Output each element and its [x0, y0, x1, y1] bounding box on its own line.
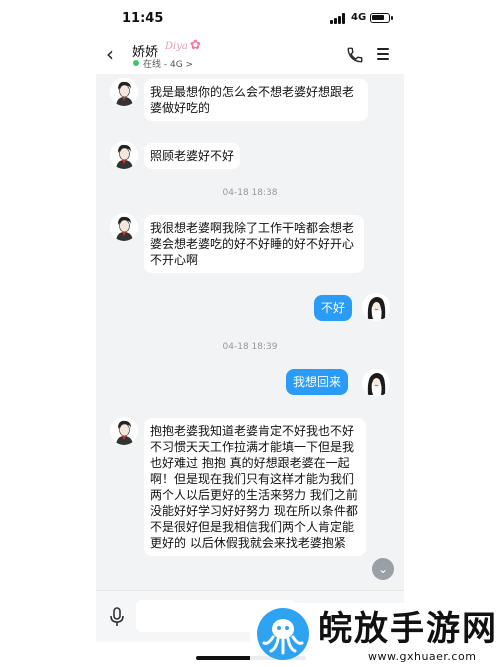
message-bubble-outgoing[interactable]: 不好 [314, 295, 353, 321]
phone-icon[interactable] [346, 46, 364, 64]
watermark-url: www.gxhuaer.com [368, 650, 477, 663]
online-indicator [133, 60, 139, 66]
flower-icon: ✿ [190, 38, 201, 53]
avatar-contact[interactable] [110, 213, 138, 241]
octopus-logo-icon [257, 608, 309, 660]
avatar-contact[interactable] [110, 141, 138, 169]
signal-icon [330, 13, 346, 24]
microphone-icon[interactable] [109, 607, 125, 627]
network-type: 4G [351, 12, 367, 23]
chevron-down-icon[interactable]: ⌄ [372, 558, 394, 580]
message-bubble-outgoing[interactable]: 我想回来 [286, 369, 349, 395]
vip-badge: Diya [165, 41, 188, 52]
avatar-contact[interactable] [110, 78, 138, 106]
status-bar: 11:45 4G [96, 0, 404, 36]
watermark-title: 皖放手游网 [318, 609, 498, 649]
menu-icon[interactable] [377, 48, 389, 60]
avatar-contact[interactable] [110, 417, 138, 445]
message-bubble-incoming[interactable]: 我是最想你的怎么会不想老婆好想跟老婆做好吃的 [144, 79, 368, 121]
chat-screen: 11:45 4G ‹ 娇娇 Diya ✿ 在线 - 4G > 我是最想你的怎么会… [96, 0, 404, 667]
message-bubble-incoming[interactable]: 照顾老婆好不好 [144, 143, 241, 169]
message-timestamp: 04-18 18:39 [222, 342, 278, 352]
message-bubble-incoming[interactable]: 我很想老婆啊我除了工作干啥都会想老婆会想老婆吃的好不好睡的好不好开心不开心啊 [144, 215, 364, 273]
avatar-self[interactable] [362, 293, 390, 321]
battery-icon [370, 13, 393, 23]
chevron-left-icon[interactable]: ‹ [106, 44, 114, 64]
avatar-self[interactable] [362, 369, 390, 397]
chat-header: ‹ 娇娇 Diya ✿ 在线 - 4G > [96, 36, 404, 74]
message-bubble-incoming[interactable]: 抱抱老婆我知道老婆肯定不好我也不好不习惯天天工作拉满才能填一下但是我也好难过 抱… [144, 418, 366, 556]
site-watermark: 皖放手游网 www.gxhuaer.com [250, 603, 500, 667]
status-time: 11:45 [122, 11, 164, 26]
message-timestamp: 04-18 18:38 [222, 188, 278, 198]
online-status[interactable]: 在线 - 4G > [143, 57, 193, 70]
